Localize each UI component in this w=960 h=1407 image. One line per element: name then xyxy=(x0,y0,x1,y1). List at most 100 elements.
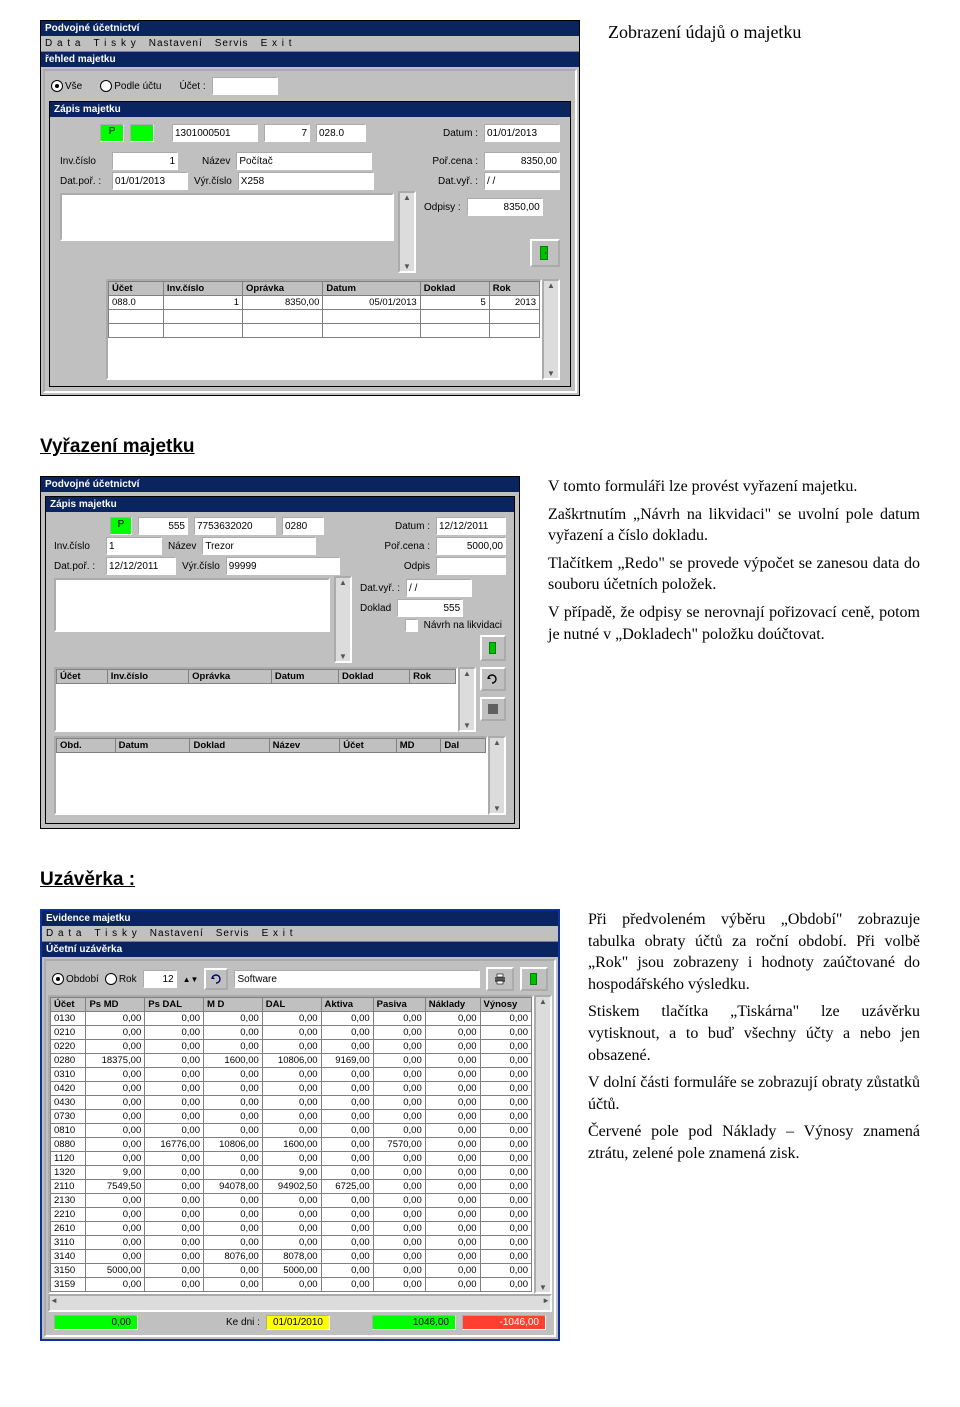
cell: 0,00 xyxy=(480,1068,532,1082)
col-header: DAL xyxy=(262,998,321,1012)
cell: 1320 xyxy=(51,1166,86,1180)
table-row[interactable]: 13209,000,000,009,000,000,000,000,00 xyxy=(51,1166,532,1180)
inv-input[interactable] xyxy=(112,152,178,170)
period-input[interactable] xyxy=(143,970,177,988)
table-row[interactable]: 31100,000,000,000,000,000,000,000,00 xyxy=(51,1236,532,1250)
code1-input-2[interactable] xyxy=(138,517,188,535)
disposal-heading: Vyřazení majetku xyxy=(40,436,920,458)
table-row[interactable]: 04200,000,000,000,000,000,000,000,00 xyxy=(51,1082,532,1096)
table-row[interactable]: 07300,000,000,000,000,000,000,000,00 xyxy=(51,1110,532,1124)
menu-servis[interactable]: Servis xyxy=(215,38,249,49)
stop-button[interactable] xyxy=(480,697,506,721)
cell: 0420 xyxy=(51,1082,86,1096)
price-input-2[interactable] xyxy=(436,537,506,555)
table-row[interactable]: 02200,000,000,000,000,000,000,000,00 xyxy=(51,1040,532,1054)
redo-button[interactable] xyxy=(480,667,506,691)
door-exit-button-2[interactable] xyxy=(480,635,506,661)
table-row[interactable]: 21107549,500,0094078,0094902,506725,000,… xyxy=(51,1180,532,1194)
table-row[interactable]: 08800,0016776,0010806,001600,000,007570,… xyxy=(51,1138,532,1152)
menu-tisky[interactable]: T i s k y xyxy=(93,38,136,49)
mfg-input-2[interactable] xyxy=(226,557,340,575)
code2-input[interactable] xyxy=(264,124,310,142)
notes-textarea[interactable] xyxy=(60,193,394,241)
table-row[interactable]: 31505000,000,000,005000,000,000,000,000,… xyxy=(51,1264,532,1278)
p-val xyxy=(130,124,154,142)
menu-nastaveni[interactable]: Nastavení xyxy=(149,38,203,49)
closing-scrollbar-h[interactable]: ◄► xyxy=(48,1294,552,1312)
code1-input[interactable] xyxy=(172,124,258,142)
price-label: Poř.cena : xyxy=(432,156,478,167)
cell: 16776,00 xyxy=(145,1138,204,1152)
grid-scrollbar[interactable]: ▲▼ xyxy=(542,279,560,380)
table-row[interactable]: 22100,000,000,000,000,000,000,000,00 xyxy=(51,1208,532,1222)
radio-rok[interactable]: Rok xyxy=(105,973,137,985)
code2-input-2[interactable] xyxy=(194,517,276,535)
doc-input-2[interactable] xyxy=(397,599,463,617)
table-row[interactable]: 028018375,000,001600,0010806,009169,000,… xyxy=(51,1054,532,1068)
table-row[interactable]: 08100,000,000,000,000,000,000,000,00 xyxy=(51,1124,532,1138)
menu3-servis[interactable]: Servis xyxy=(216,928,250,939)
price-input[interactable] xyxy=(484,152,560,170)
name-input[interactable] xyxy=(236,152,372,170)
radio-all[interactable]: Vše xyxy=(51,80,82,92)
menu-data[interactable]: D a t a xyxy=(45,38,81,49)
table-row[interactable]: 31590,000,000,000,000,000,000,000,00 xyxy=(51,1278,532,1292)
notes-scrollbar-2[interactable]: ▲▼ xyxy=(334,576,352,663)
cell: 0,00 xyxy=(86,1278,145,1292)
menu3-nastaveni[interactable]: Nastavení xyxy=(150,928,204,939)
table-row[interactable]: 088.018350,0005/01/201352013 xyxy=(109,296,540,310)
name-input-2[interactable] xyxy=(202,537,316,555)
table-row[interactable]: 03100,000,000,000,000,000,000,000,00 xyxy=(51,1068,532,1082)
date-input-2[interactable] xyxy=(436,517,506,535)
code3-input-2[interactable] xyxy=(282,517,324,535)
liquidation-checkbox[interactable] xyxy=(405,619,418,632)
table-row[interactable]: 04300,000,000,000,000,000,000,000,00 xyxy=(51,1096,532,1110)
cell: 0,00 xyxy=(321,1012,373,1026)
table-row[interactable]: 02100,000,000,000,000,000,000,000,00 xyxy=(51,1026,532,1040)
table-row[interactable]: 26100,000,000,000,000,000,000,000,00 xyxy=(51,1222,532,1236)
door-exit-button-3[interactable] xyxy=(520,967,548,991)
col-header: Oprávka xyxy=(243,282,323,296)
refresh-button[interactable] xyxy=(204,968,228,990)
table-row[interactable]: 21300,000,000,000,000,000,000,000,00 xyxy=(51,1194,532,1208)
cell: 0,00 xyxy=(480,1236,532,1250)
notes-textarea-2[interactable] xyxy=(54,578,330,632)
cell: 9,00 xyxy=(262,1166,321,1180)
radio-obdobi[interactable]: Období xyxy=(52,973,99,985)
radio-by-account[interactable]: Podle účtu xyxy=(100,80,161,92)
inv-input-2[interactable] xyxy=(106,537,162,555)
stop-icon xyxy=(488,704,498,714)
paragraph: Červené pole pod Náklady – Výnosy znamen… xyxy=(588,1121,920,1164)
table-row[interactable]: 31400,000,008076,008078,000,000,000,000,… xyxy=(51,1250,532,1264)
cell: 0,00 xyxy=(480,1180,532,1194)
print-button[interactable] xyxy=(486,967,514,991)
disposal-date-input-2[interactable] xyxy=(406,579,472,597)
cell: 0,00 xyxy=(204,1194,263,1208)
disposal-date-label-2: Dat.vyř. : xyxy=(360,583,400,594)
menu3-exit[interactable]: E x i t xyxy=(262,928,294,939)
depr-input[interactable] xyxy=(467,198,543,216)
acq-date-input[interactable] xyxy=(112,172,188,190)
table-row[interactable]: 11200,000,000,000,000,000,000,000,00 xyxy=(51,1152,532,1166)
table-row[interactable]: 01300,000,000,000,000,000,000,000,00 xyxy=(51,1012,532,1026)
depr-input-2[interactable] xyxy=(436,557,506,575)
door-exit-button[interactable] xyxy=(530,239,560,267)
name-label: Název xyxy=(202,156,230,167)
menu3-tisky[interactable]: T i s k y xyxy=(94,928,137,939)
grid2-scrollbar[interactable]: ▲▼ xyxy=(488,736,506,815)
closing-scrollbar[interactable]: ▲▼ xyxy=(534,995,552,1294)
menu3-data[interactable]: D a t a xyxy=(46,928,82,939)
notes-scrollbar[interactable]: ▲▼ xyxy=(398,191,416,273)
mfg-input[interactable] xyxy=(238,172,374,190)
cell: 3140 xyxy=(51,1250,86,1264)
menu-exit[interactable]: E x i t xyxy=(261,38,293,49)
disposal-date-input[interactable] xyxy=(484,172,560,190)
code3-input[interactable] xyxy=(316,124,366,142)
grid1-scrollbar[interactable]: ▲▼ xyxy=(458,667,476,732)
date-input[interactable] xyxy=(484,124,560,142)
cell: 0,00 xyxy=(204,1222,263,1236)
acq-date-input-2[interactable] xyxy=(106,557,176,575)
group-input[interactable] xyxy=(234,970,480,988)
account-input[interactable] xyxy=(212,77,278,95)
cell: 0,00 xyxy=(204,1278,263,1292)
